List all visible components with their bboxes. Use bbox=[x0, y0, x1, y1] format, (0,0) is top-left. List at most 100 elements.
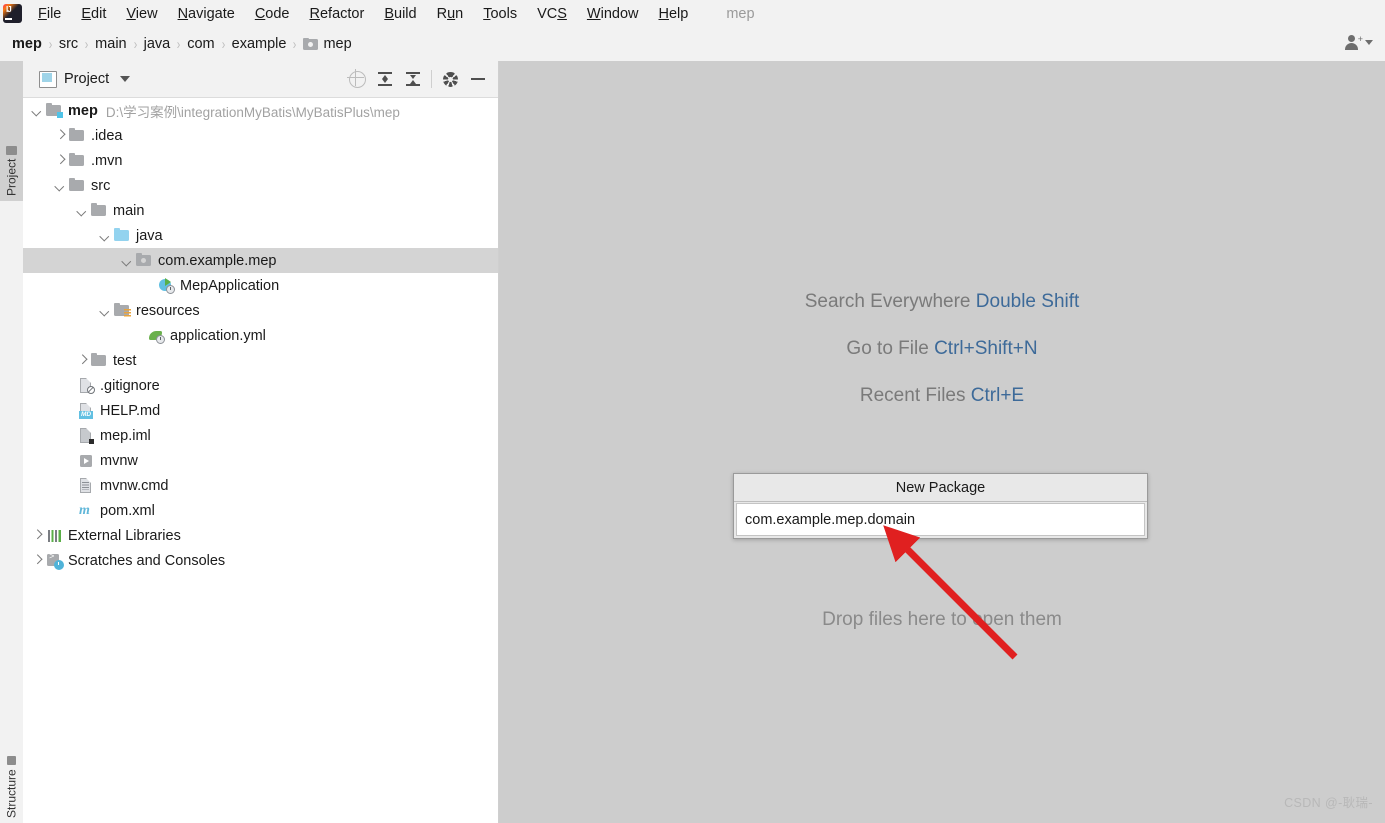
libraries-icon bbox=[46, 528, 63, 544]
collapse-all-button[interactable] bbox=[399, 65, 427, 93]
twisty-down-icon[interactable] bbox=[31, 104, 44, 117]
locate-target-icon-button[interactable] bbox=[343, 65, 371, 93]
breadcrumb-item-4[interactable]: com bbox=[183, 35, 218, 53]
tree-label: .gitignore bbox=[100, 377, 160, 394]
breadcrumb-item-3[interactable]: java bbox=[140, 35, 175, 53]
twisty-right-icon[interactable] bbox=[54, 154, 67, 167]
new-package-input-wrapper[interactable] bbox=[736, 503, 1145, 536]
spring-boot-class-icon bbox=[158, 278, 175, 294]
tree-row-com-example-mep[interactable]: com.example.mep bbox=[23, 248, 498, 273]
tree-label: mep bbox=[68, 102, 98, 119]
hide-panel-button[interactable] bbox=[464, 65, 492, 93]
menu-window[interactable]: Window bbox=[577, 4, 649, 24]
menu-edit[interactable]: Edit bbox=[71, 4, 116, 24]
breadcrumb-item-1[interactable]: src bbox=[55, 35, 82, 53]
menu-bar: File Edit View Navigate Code Refactor Bu… bbox=[0, 0, 1385, 28]
shell-script-file-icon bbox=[78, 453, 95, 469]
package-icon bbox=[136, 253, 153, 268]
tree-row-src[interactable]: src bbox=[23, 173, 498, 198]
breadcrumb-separator: › bbox=[84, 35, 89, 53]
twisty-down-icon[interactable] bbox=[76, 204, 89, 217]
folder-icon bbox=[91, 353, 108, 368]
tree-label: src bbox=[91, 177, 111, 194]
project-panel-header: Project bbox=[23, 61, 498, 98]
breadcrumb-separator: › bbox=[176, 35, 181, 53]
breadcrumb-item-5[interactable]: example bbox=[228, 35, 291, 53]
markdown-file-icon: MD bbox=[78, 402, 95, 419]
tool-tab-project[interactable]: Project bbox=[0, 61, 23, 201]
project-view-selector[interactable]: Project bbox=[39, 70, 131, 88]
tree-row-java[interactable]: java bbox=[23, 223, 498, 248]
hint-shortcut-label: Double Shift bbox=[975, 291, 1080, 312]
tree-row-mvnw[interactable]: mvnw bbox=[23, 448, 498, 473]
toolbar-divider bbox=[431, 70, 432, 88]
tree-row-help-md[interactable]: MD HELP.md bbox=[23, 398, 498, 423]
breadcrumb-item-6-label: mep bbox=[323, 36, 352, 52]
expand-all-icon bbox=[377, 71, 393, 87]
settings-button[interactable] bbox=[436, 65, 464, 93]
twisty-right-icon[interactable] bbox=[54, 129, 67, 142]
menu-help[interactable]: Help bbox=[648, 4, 698, 24]
tree-label: com.example.mep bbox=[158, 252, 277, 269]
tree-row-mep[interactable]: mep D:\学习案例\integrationMyBatis\MyBatisPl… bbox=[23, 98, 498, 123]
hint-action-label: Go to File bbox=[846, 338, 929, 359]
hint-recent-files: Recent Files Ctrl+E bbox=[499, 385, 1385, 407]
menu-build[interactable]: Build bbox=[374, 4, 426, 24]
tool-tab-structure[interactable]: Structure bbox=[0, 708, 23, 823]
structure-tab-icon bbox=[7, 756, 16, 766]
source-folder-icon bbox=[114, 228, 131, 243]
gitignore-file-icon bbox=[78, 377, 95, 394]
tree-row-application-yml[interactable]: application.yml bbox=[23, 323, 498, 348]
menu-tools[interactable]: Tools bbox=[473, 4, 527, 24]
tree-row-test[interactable]: test bbox=[23, 348, 498, 373]
twisty-down-icon[interactable] bbox=[99, 229, 112, 242]
tool-tab-structure-label: Structure bbox=[4, 769, 19, 818]
twisty-right-icon[interactable] bbox=[31, 554, 44, 567]
breadcrumb-item-6[interactable]: mep bbox=[299, 35, 355, 53]
collapse-all-icon bbox=[405, 71, 421, 87]
breadcrumb-separator: › bbox=[293, 35, 297, 53]
tree-row-scratches-and-consoles[interactable]: Scratches and Consoles bbox=[23, 548, 498, 573]
menu-run[interactable]: Run bbox=[427, 4, 474, 24]
tree-row-external-libraries[interactable]: External Libraries bbox=[23, 523, 498, 548]
tree-label: pom.xml bbox=[100, 502, 155, 519]
breadcrumb-item-0[interactable]: mep bbox=[8, 35, 46, 53]
twisty-down-icon[interactable] bbox=[54, 179, 67, 192]
locate-target-icon bbox=[346, 68, 366, 88]
menu-vcs[interactable]: VCS bbox=[527, 4, 577, 24]
tree-label: mvnw.cmd bbox=[100, 477, 169, 494]
breadcrumb-separator: › bbox=[133, 35, 137, 53]
new-package-dialog: New Package bbox=[733, 473, 1148, 539]
expand-all-button[interactable] bbox=[371, 65, 399, 93]
account-menu[interactable]: + bbox=[1345, 34, 1373, 50]
twisty-down-icon[interactable] bbox=[121, 254, 134, 267]
left-tool-window-strip: Project Structure bbox=[0, 61, 24, 823]
navigation-bar: mep › src › main › java › com › example … bbox=[0, 27, 1385, 62]
intellij-idea-window: File Edit View Navigate Code Refactor Bu… bbox=[0, 0, 1385, 823]
hint-shortcut-label: Ctrl+E bbox=[970, 385, 1025, 406]
menu-code[interactable]: Code bbox=[245, 4, 300, 24]
tree-row-gitignore[interactable]: .gitignore bbox=[23, 373, 498, 398]
tree-row-mvnw-cmd[interactable]: mvnw.cmd bbox=[23, 473, 498, 498]
tree-label: mvnw bbox=[100, 452, 138, 469]
twisty-right-icon[interactable] bbox=[76, 354, 89, 367]
tree-row-mvn[interactable]: .mvn bbox=[23, 148, 498, 173]
twisty-right-icon[interactable] bbox=[31, 529, 44, 542]
hint-action-label: Recent Files bbox=[859, 385, 966, 406]
user-account-icon: + bbox=[1345, 34, 1363, 50]
new-package-name-input[interactable] bbox=[737, 510, 1144, 529]
twisty-down-icon[interactable] bbox=[99, 304, 112, 317]
tree-row-pom-xml[interactable]: m pom.xml bbox=[23, 498, 498, 523]
menu-view[interactable]: View bbox=[116, 4, 167, 24]
tree-row-main[interactable]: main bbox=[23, 198, 498, 223]
tree-row-mepapplication[interactable]: MepApplication bbox=[23, 273, 498, 298]
menu-navigate[interactable]: Navigate bbox=[168, 4, 245, 24]
tree-row-resources[interactable]: resources bbox=[23, 298, 498, 323]
tool-tab-project-label: Project bbox=[4, 158, 19, 196]
menu-file[interactable]: File bbox=[28, 4, 71, 24]
menu-refactor[interactable]: Refactor bbox=[300, 4, 375, 24]
tree-row-idea[interactable]: .idea bbox=[23, 123, 498, 148]
drop-files-hint: Drop files here to open them bbox=[822, 609, 1062, 630]
breadcrumb-item-2[interactable]: main bbox=[91, 35, 130, 53]
tree-row-mep-iml[interactable]: mep.iml bbox=[23, 423, 498, 448]
